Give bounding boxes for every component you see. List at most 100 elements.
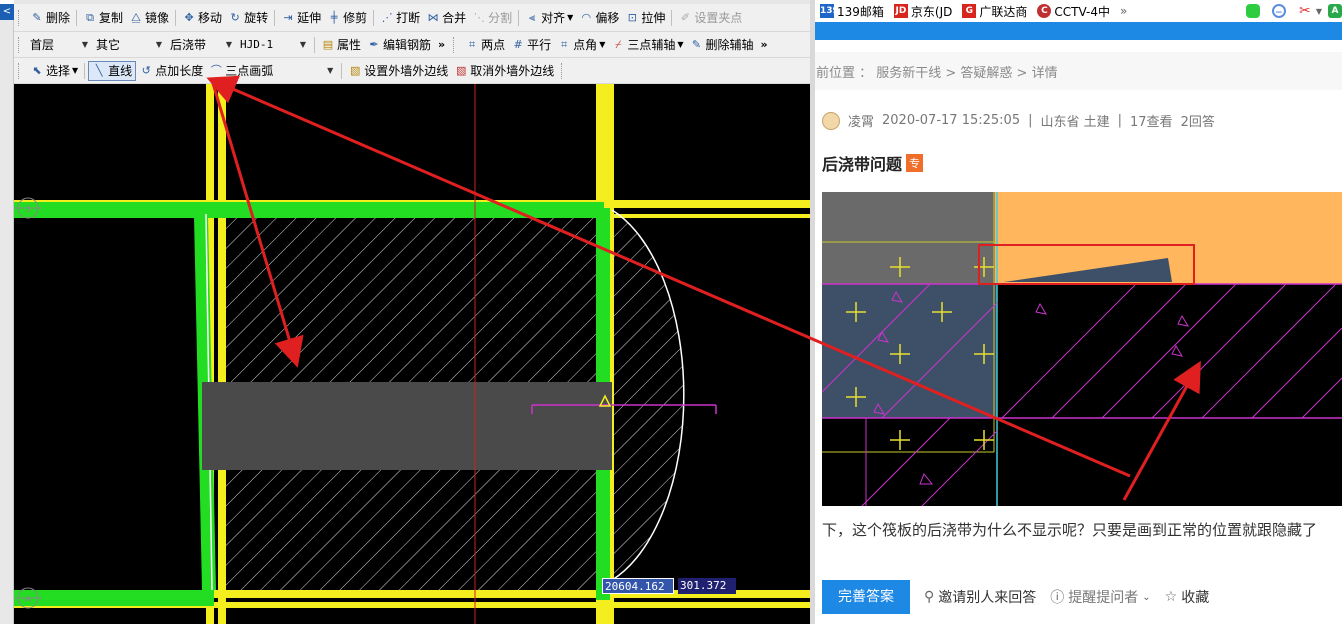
properties-label: 属性 (337, 38, 362, 52)
breadcrumb: 前位置 ： 服务新干线 > 答疑解惑 > 详情 (815, 52, 1342, 90)
cad-drawing: 3 A (14, 84, 810, 624)
toolbar-grip[interactable] (18, 62, 24, 79)
three-point-axis-button[interactable]: ⌿ 三点辅轴 ▼ (608, 35, 686, 55)
mirror-button[interactable]: ⧋ 镜像 (126, 8, 172, 28)
extend-button[interactable]: ⇥ 延伸 (278, 8, 324, 28)
delete-button[interactable]: ✎ 删除 (27, 8, 73, 28)
coord-y-input[interactable]: 301.372 (678, 578, 736, 594)
three-point-arc-button[interactable]: ⌒ 三点画弧 (206, 61, 276, 81)
coord-x-input[interactable]: 20604.162 (602, 578, 674, 594)
extend-icon: ⇥ (283, 10, 293, 24)
wechat-icon[interactable] (1245, 4, 1260, 18)
bookmark-139mail[interactable]: 139 139邮箱 (815, 3, 889, 20)
bookmark-label: 广联达商 (979, 4, 1028, 19)
question-screenshot-drawing (822, 192, 1342, 506)
select-button[interactable]: ⬉ 选择 ▼ (27, 61, 81, 81)
delete-axis-button[interactable]: ✎ 删除辅轴 (687, 35, 757, 55)
three-point-axis-label: 三点辅轴 (627, 38, 676, 52)
properties-button[interactable]: ▤ 属性 (318, 35, 364, 55)
meta-divider: | (1117, 113, 1123, 128)
rotate-label: 旋转 (244, 11, 269, 25)
trim-icon: ╪ (330, 10, 338, 24)
point-length-icon: ↺ (141, 63, 151, 77)
break-button[interactable]: ⋰ 打断 (377, 8, 423, 28)
collapse-panel-tab[interactable]: < (0, 4, 14, 20)
element-toolbar: 首层 ▼ 其它 ▼ 后浇带 ▼ HJD-1 ▼ ▤ 属性 ✒ 编辑钢筋 » ⌗ 两点 # 平行 … (14, 32, 810, 58)
toolbar-overflow-icon[interactable]: » (757, 38, 772, 51)
author-name[interactable]: 凌霄 (848, 111, 874, 130)
extend-label: 延伸 (297, 11, 322, 25)
align-button[interactable]: ⫷ 对齐 ▼ (522, 8, 576, 28)
separator (314, 36, 315, 53)
separator (518, 9, 520, 26)
separator (341, 62, 343, 79)
parallel-button[interactable]: # 平行 (508, 35, 554, 55)
separator (175, 9, 177, 26)
site-header-strip (815, 22, 1342, 40)
point-angle-button[interactable]: ⌗ 点角 ▼ (554, 35, 608, 55)
move-button[interactable]: ✥ 移动 (179, 8, 225, 28)
toolbar-grip[interactable] (561, 62, 567, 79)
rotate-button[interactable]: ↻ 旋转 (225, 8, 271, 28)
bookmark-cctv4[interactable]: C CCTV-4中 (1032, 3, 1115, 20)
set-outer-edge-button[interactable]: ▧ 设置外墙外边线 (345, 61, 451, 81)
chevron-down-icon: ▼ (155, 40, 162, 49)
select-label: 选择 (46, 64, 71, 78)
trim-button[interactable]: ╪ 修剪 (324, 8, 370, 28)
chevron-down-icon[interactable]: ▼ (1316, 7, 1322, 16)
stretch-button[interactable]: ⊡ 拉伸 (622, 8, 668, 28)
cancel-outer-edge-button[interactable]: ▧ 取消外墙外边线 (451, 61, 557, 81)
category-select[interactable]: 其它 ▼ (93, 35, 165, 55)
two-points-label: 两点 (481, 38, 506, 52)
copy-button[interactable]: ⧉ 复制 (80, 8, 126, 28)
element-type-select[interactable]: 后浇带 ▼ (167, 35, 235, 55)
offset-button[interactable]: ◠ 偏移 (576, 8, 622, 28)
point-length-button[interactable]: ↺ 点加长度 (136, 61, 206, 81)
bookmark-glodon[interactable]: G 广联达商 (957, 3, 1032, 20)
post-location: 山东省 土建 (1040, 115, 1110, 130)
favorite-link[interactable]: ☆ 收藏 (1165, 587, 1210, 607)
improve-answer-button[interactable]: 完善答案 (822, 580, 910, 614)
floor-value: 首层 (30, 38, 55, 52)
bookmark-jd[interactable]: JD 京东(JD (889, 3, 957, 20)
outer-edge-icon: ▧ (350, 63, 361, 77)
split-button[interactable]: ⋱ 分割 (469, 8, 515, 28)
favorite-label: 收藏 (1181, 590, 1210, 606)
question-screenshot[interactable] (822, 192, 1342, 506)
line-button[interactable]: ╲ 直线 (88, 60, 137, 81)
bookmarks-more-button[interactable]: » (1115, 4, 1132, 18)
edit-rebar-button[interactable]: ✒ 编辑钢筋 (364, 35, 434, 55)
wall-bottom-left (14, 590, 214, 606)
toolbar-grip[interactable] (18, 36, 24, 53)
align-icon: ⫷ (529, 10, 536, 24)
move-icon: ✥ (184, 10, 194, 24)
separator (274, 9, 276, 26)
floor-select[interactable]: 首层 ▼ (27, 35, 91, 55)
cad-drawing-canvas[interactable]: 3 A 20604.162 301.372 (14, 84, 810, 624)
set-grip-button[interactable]: ✐ 设置夹点 (675, 8, 745, 28)
invite-answer-link[interactable]: ⚲ 邀请别人来回答 (924, 587, 1036, 607)
arc-hatch (612, 210, 684, 580)
remind-asker-link[interactable]: ⓘ 提醒提问者 ⌄ (1050, 587, 1150, 607)
translate-icon[interactable]: A (1328, 4, 1342, 18)
draw-mode-select[interactable]: ▼ (276, 61, 336, 81)
point-length-label: 点加长度 (155, 64, 204, 78)
avatar[interactable] (822, 111, 840, 130)
merge-icon: ⋈ (427, 10, 439, 24)
set-grip-label: 设置夹点 (694, 11, 743, 25)
toolbar-grip[interactable] (18, 9, 24, 26)
answer-count: 2回答 (1180, 115, 1215, 130)
question-title: 后浇带问题 专 (822, 151, 924, 175)
stretch-label: 拉伸 (641, 11, 666, 25)
element-name-select[interactable]: HJD-1 ▼ (237, 35, 309, 55)
scissors-icon[interactable]: ✂ (1298, 4, 1312, 18)
two-points-button[interactable]: ⌗ 两点 (462, 35, 508, 55)
merge-button[interactable]: ⋈ 合并 (423, 8, 469, 28)
toolbar-grip[interactable] (453, 36, 459, 53)
offset-label: 偏移 (595, 11, 620, 25)
view-count: 17查看 (1130, 115, 1173, 130)
block-icon[interactable]: − (1271, 4, 1286, 18)
toolbar-overflow-icon[interactable]: » (434, 38, 449, 51)
separator (671, 9, 673, 26)
cancel-outer-edge-label: 取消外墙外边线 (470, 64, 555, 78)
